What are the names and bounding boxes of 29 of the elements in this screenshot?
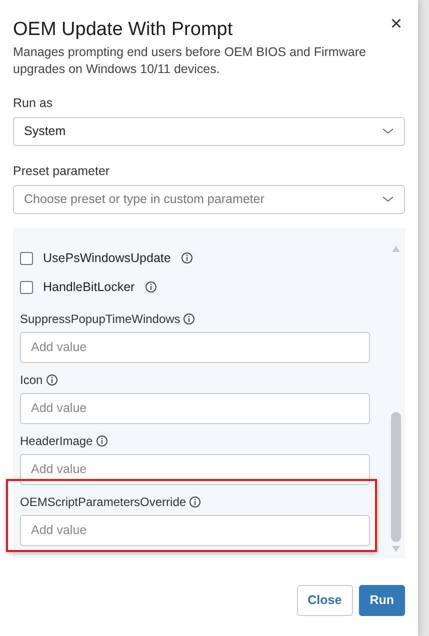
input-field[interactable]: Add value bbox=[20, 514, 370, 546]
dropdown-field[interactable]: Choose preset or type in custom parameter bbox=[13, 184, 405, 214]
field-label: Run as bbox=[13, 95, 54, 112]
chevron-down-icon bbox=[382, 127, 394, 136]
run-button[interactable]: Run bbox=[358, 585, 405, 616]
chevron-down-icon bbox=[382, 195, 394, 203]
dropdown-field[interactable]: System bbox=[13, 116, 405, 146]
checkbox-label: HandleBitLocker bbox=[43, 278, 135, 296]
info-icon[interactable] bbox=[96, 434, 108, 446]
info-icon[interactable] bbox=[180, 252, 193, 264]
close-button[interactable]: × bbox=[386, 12, 406, 36]
field-label: SuppressPopupTimeWindows bbox=[20, 310, 180, 328]
checkbox[interactable] bbox=[20, 280, 33, 294]
info-icon[interactable] bbox=[144, 281, 157, 293]
input-field[interactable]: Add value bbox=[20, 332, 370, 362]
dialog-title: OEM Update With Prompt bbox=[13, 18, 233, 42]
field-label: Icon bbox=[20, 372, 43, 388]
info-icon[interactable] bbox=[183, 312, 196, 324]
field-label: HeaderImage bbox=[20, 432, 93, 450]
close-button[interactable]: Close bbox=[296, 585, 353, 616]
field-label: Preset parameter bbox=[13, 162, 111, 180]
checkbox-label: UsePsWindowsUpdate bbox=[43, 250, 171, 267]
dialog-description: Manages prompting end users before OEM BIOS and Firmware upgrades on Windows 10/11 devices. bbox=[13, 44, 367, 78]
checkbox[interactable] bbox=[20, 252, 33, 264]
field-label: OEMScriptParametersOverride bbox=[20, 494, 186, 510]
info-icon[interactable] bbox=[46, 374, 58, 386]
input-field[interactable]: Add value bbox=[20, 454, 370, 484]
input-field[interactable]: Add value bbox=[20, 392, 370, 424]
info-icon[interactable] bbox=[189, 496, 202, 508]
